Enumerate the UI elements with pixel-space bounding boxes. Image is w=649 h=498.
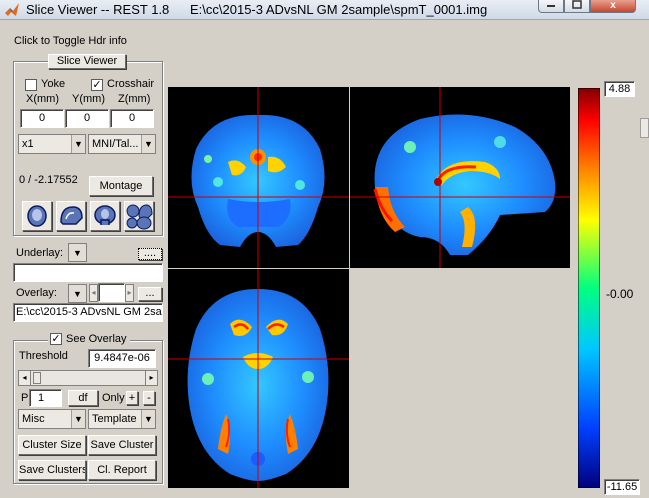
z-mm-label: Z(mm) (118, 93, 151, 105)
y-mm-label: Y(mm) (72, 93, 105, 105)
misc-select-value: Misc (22, 413, 45, 425)
x-coordinate-input[interactable]: 0 (20, 109, 64, 128)
minimize-icon (547, 5, 555, 7)
chevron-left-icon: ◂ (91, 288, 96, 297)
chevron-down-icon: ▼ (69, 244, 86, 261)
overlay-next-button[interactable]: ▸ (125, 284, 134, 302)
minimize-button[interactable] (538, 0, 564, 13)
underlay-label: Underlay: (16, 247, 64, 259)
x-mm-label: X(mm) (26, 93, 59, 105)
colorbar (578, 88, 600, 488)
multi-view-button[interactable] (124, 201, 154, 231)
colorbar-mid-value: -0.00 (606, 287, 634, 301)
sagittal-brain-image (350, 87, 570, 268)
cluster-size-button[interactable]: Cluster Size (18, 435, 86, 455)
underlay-path-field[interactable] (13, 263, 163, 282)
template-space-select[interactable]: MNI/Tal... ▼ (88, 134, 156, 154)
voxel-value-readout: 0 / -2.17552 (19, 174, 78, 186)
crosshair-checkbox[interactable]: ✓ (91, 79, 103, 91)
chevron-down-icon: ▼ (141, 410, 155, 428)
only-label: Only (102, 392, 125, 404)
threshold-label: Threshold (19, 350, 68, 362)
chevron-down-icon: ▼ (141, 135, 155, 153)
maximize-button[interactable] (564, 0, 590, 13)
chevron-down-icon: ▼ (71, 410, 85, 428)
template-space-value: MNI/Tal... (92, 138, 139, 150)
misc-select[interactable]: Misc ▼ (18, 409, 86, 429)
multi-view-icon (126, 204, 153, 230)
z-coordinate-input[interactable]: 0 (110, 109, 154, 128)
zoom-select-value: x1 (22, 138, 34, 150)
overlay-template-value: Template (92, 413, 137, 425)
underlay-browse-button[interactable]: .... (138, 248, 162, 260)
colorbar-min-value[interactable]: -11.65 (604, 479, 640, 495)
chevron-down-icon: ▼ (71, 135, 85, 153)
coronal-view-button[interactable] (56, 201, 86, 231)
slice-viewer-title: Slice Viewer (48, 54, 126, 69)
coronal-slice-view[interactable] (168, 87, 349, 268)
p-value-input[interactable]: 1 (29, 389, 62, 407)
coronal-brain-image (168, 87, 349, 268)
crosshair-label: Crosshair (107, 78, 155, 90)
sagittal-slice-view[interactable] (350, 87, 570, 268)
overlay-template-select[interactable]: Template ▼ (88, 409, 156, 429)
save-cluster-button[interactable]: Save Cluster (88, 435, 156, 455)
chevron-left-icon: ◂ (22, 373, 27, 382)
underlay-select[interactable]: ▼ (68, 243, 87, 262)
overlay-prev-button[interactable]: ◂ (89, 284, 98, 302)
sagittal-view-icon (27, 205, 47, 227)
overlay-path-field[interactable]: E:\cc\2015-3 ADvsNL GM 2sam (13, 303, 163, 322)
colorbar-max-value[interactable]: 4.88 (604, 81, 635, 97)
y-coordinate-input[interactable]: 0 (65, 109, 109, 128)
side-scroll-handle[interactable] (640, 118, 649, 138)
plus-button[interactable]: + (126, 391, 138, 405)
threshold-slider[interactable]: ◂ ▸ (18, 370, 158, 386)
see-overlay-checkbox[interactable]: ✓ (50, 333, 62, 345)
maximize-icon (572, 0, 582, 9)
minus-button[interactable]: - (143, 391, 155, 405)
axial-slice-view[interactable] (168, 269, 349, 488)
cluster-report-button[interactable]: Cl. Report (88, 460, 156, 480)
toggle-hdr-info[interactable]: Click to Toggle Hdr info (14, 35, 127, 47)
slider-left-arrow[interactable]: ◂ (19, 371, 31, 385)
overlay-index-field[interactable] (98, 283, 125, 302)
window-file-path: E:\cc\2015-3 ADvsNL GM 2sample\spmT_0001… (190, 2, 488, 17)
coronal-view-icon (60, 206, 83, 225)
df-button[interactable]: df (68, 390, 98, 406)
slider-thumb[interactable] (33, 372, 41, 384)
chevron-down-icon: ▼ (69, 285, 86, 302)
axial-view-button[interactable] (90, 201, 120, 231)
sagittal-view-button[interactable] (22, 201, 52, 231)
close-button[interactable]: x (590, 0, 636, 13)
yoke-label: Yoke (41, 78, 66, 90)
axial-view-icon (94, 205, 116, 225)
montage-button[interactable]: Montage (89, 176, 153, 196)
overlay-label: Overlay: (16, 287, 57, 299)
axial-brain-image (168, 269, 349, 488)
yoke-checkbox[interactable] (25, 79, 37, 91)
title-bar: Slice Viewer -- REST 1.8 E:\cc\2015-3 AD… (0, 0, 649, 20)
p-label: P (21, 392, 29, 404)
threshold-input[interactable]: 9.4847e-06 (88, 349, 156, 368)
overlay-browse-button[interactable]: ... (138, 287, 162, 301)
zoom-select[interactable]: x1 ▼ (18, 134, 86, 154)
matlab-logo-icon (5, 3, 19, 16)
window-title: Slice Viewer -- REST 1.8 (26, 2, 170, 17)
chevron-right-icon: ▸ (127, 288, 132, 297)
chevron-right-icon: ▸ (149, 373, 154, 382)
see-overlay-label: See Overlay (66, 333, 127, 345)
save-clusters-button[interactable]: Save Clusters (18, 460, 86, 480)
overlay-select[interactable]: ▼ (68, 284, 87, 303)
slider-right-arrow[interactable]: ▸ (145, 371, 157, 385)
